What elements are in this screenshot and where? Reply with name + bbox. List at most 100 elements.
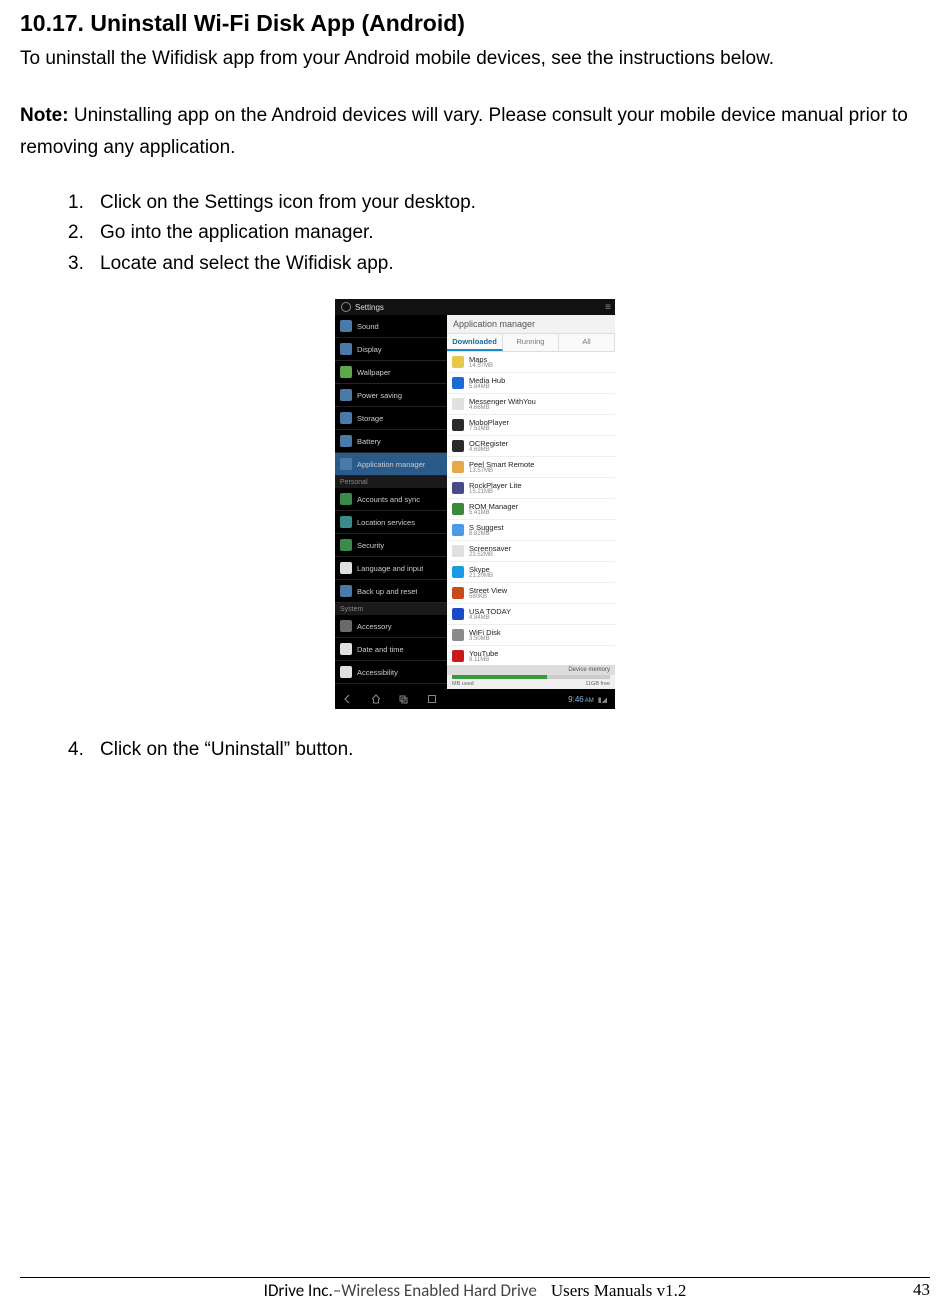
app-list: Maps14.57MB Media Hub5.84MB Messenger With… <box>447 352 615 665</box>
app-row[interactable]: S Suggest8.82MB <box>447 520 615 541</box>
app-size: 5.84MB <box>469 384 505 390</box>
sidebar-item-label: Back up and reset <box>357 587 417 596</box>
sidebar-item-label: Accessory <box>357 622 392 631</box>
sidebar-item-icon <box>340 343 352 355</box>
app-size: 580KB <box>469 594 507 600</box>
app-name: S Suggest <box>469 524 504 532</box>
android-tablet-frame: Settings ≡ Sound Display Wallpaper Power sa… <box>335 299 615 709</box>
wifi-icon: ▮◢ <box>598 696 607 704</box>
app-manager-tab[interactable]: Downloaded <box>447 334 503 351</box>
app-text: Media Hub5.84MB <box>469 377 505 391</box>
menu-icon: ≡ <box>605 302 609 313</box>
sidebar-item-label: Accessibility <box>357 668 398 677</box>
section-heading: 10.17. Uninstall Wi-Fi Disk App (Android… <box>20 10 930 37</box>
app-manager-tab[interactable]: All <box>559 334 615 351</box>
sidebar-item-label: Display <box>357 345 382 354</box>
sidebar-item[interactable]: Display <box>335 338 447 361</box>
app-size: 4.69MB <box>469 447 508 453</box>
app-text: ROM Manager5.41MB <box>469 503 518 517</box>
sidebar-item-icon <box>340 516 352 528</box>
app-row[interactable]: YouTube9.11MB <box>447 646 615 665</box>
sidebar-item-icon <box>340 562 352 574</box>
app-icon <box>452 503 464 515</box>
home-icon <box>371 694 381 704</box>
sidebar-item[interactable]: Accessibility <box>335 661 447 684</box>
app-row[interactable]: Skype21.20MB <box>447 562 615 583</box>
app-icon <box>452 629 464 641</box>
sidebar-item[interactable]: Sound <box>335 315 447 338</box>
sidebar-item[interactable]: Accessory <box>335 615 447 638</box>
list-text: Click on the Settings icon from your des… <box>100 188 476 218</box>
footer-company: IDrive Inc. <box>264 1280 333 1301</box>
sidebar-item-label: Storage <box>357 414 383 423</box>
sidebar-item-label: Wallpaper <box>357 368 391 377</box>
app-text: Peel Smart Remote13.57MB <box>469 461 534 475</box>
app-manager-tab[interactable]: Running <box>503 334 559 351</box>
app-icon <box>452 566 464 578</box>
app-text: MoboPlayer7.51MB <box>469 419 509 433</box>
app-size: 14.57MB <box>469 363 493 369</box>
app-name: WiFi Disk <box>469 629 501 637</box>
list-item: 4.Click on the “Uninstall” button. <box>68 735 930 765</box>
sidebar-item-icon <box>340 458 352 470</box>
app-row[interactable]: Street View580KB <box>447 583 615 604</box>
app-size: 5.41MB <box>469 510 518 516</box>
memory-label: Device memory <box>447 665 615 675</box>
sidebar-item[interactable]: Power saving <box>335 384 447 407</box>
sidebar-item[interactable]: Wallpaper <box>335 361 447 384</box>
list-item: 1.Click on the Settings icon from your d… <box>68 188 930 218</box>
list-number: 3. <box>68 249 100 279</box>
app-text: YouTube9.11MB <box>469 650 498 664</box>
app-row[interactable]: USA TODAY4.84MB <box>447 604 615 625</box>
sidebar-item-icon <box>340 620 352 632</box>
app-text: Screensaver23.52MB <box>469 545 511 559</box>
app-row[interactable]: Maps14.57MB <box>447 352 615 373</box>
app-name: Screensaver <box>469 545 511 553</box>
app-row[interactable]: Messenger WithYou4.66MB <box>447 394 615 415</box>
sidebar-item-icon <box>340 539 352 551</box>
app-manager-tabs: DownloadedRunningAll <box>447 334 615 352</box>
clock: 9:46AM ▮◢ <box>568 695 607 704</box>
list-text: Locate and select the Wifidisk app. <box>100 249 394 279</box>
app-name: YouTube <box>469 650 498 658</box>
sidebar-item[interactable]: Date and time <box>335 638 447 661</box>
app-size: 4.66MB <box>469 405 536 411</box>
page-number: 43 <box>913 1280 930 1300</box>
sidebar-item[interactable]: Location services <box>335 511 447 534</box>
app-text: Messenger WithYou4.66MB <box>469 398 536 412</box>
list-text: Click on the “Uninstall” button. <box>100 735 353 765</box>
sidebar-item[interactable]: Application manager <box>335 453 447 476</box>
sidebar-item[interactable]: Language and input <box>335 557 447 580</box>
app-icon <box>452 545 464 557</box>
sidebar-item-label: Power saving <box>357 391 402 400</box>
app-row[interactable]: MoboPlayer7.51MB <box>447 415 615 436</box>
app-row[interactable]: Peel Smart Remote13.57MB <box>447 457 615 478</box>
status-bar: Settings ≡ <box>335 299 615 315</box>
app-row[interactable]: Screensaver23.52MB <box>447 541 615 562</box>
sidebar-item[interactable]: Accounts and sync <box>335 488 447 511</box>
app-row[interactable]: OCRegister4.69MB <box>447 436 615 457</box>
memory-values: MB used 11GB free <box>447 681 615 689</box>
app-name: Skype <box>469 566 493 574</box>
sidebar-item[interactable]: Developer options <box>335 684 447 689</box>
sidebar-item[interactable]: Storage <box>335 407 447 430</box>
sidebar-section-header: System <box>335 603 447 615</box>
back-icon <box>343 694 353 704</box>
memory-bar <box>452 675 610 679</box>
app-row[interactable]: Media Hub5.84MB <box>447 373 615 394</box>
capture-icon <box>427 694 437 704</box>
app-row[interactable]: ROM Manager5.41MB <box>447 499 615 520</box>
sidebar-item-label: Application manager <box>357 460 425 469</box>
sidebar-item[interactable]: Back up and reset <box>335 580 447 603</box>
sidebar-section-header: Personal <box>335 476 447 488</box>
sidebar-item[interactable]: Battery <box>335 430 447 453</box>
list-item: 2.Go into the application manager. <box>68 218 930 248</box>
app-name: Peel Smart Remote <box>469 461 534 469</box>
sidebar-item-icon <box>340 412 352 424</box>
sidebar-item[interactable]: Security <box>335 534 447 557</box>
app-name: MoboPlayer <box>469 419 509 427</box>
app-row[interactable]: RockPlayer Lite15.21MB <box>447 478 615 499</box>
intro-paragraph: To uninstall the Wifidisk app from your … <box>20 45 930 74</box>
app-row[interactable]: WiFi Disk3.50MB <box>447 625 615 646</box>
ordered-list-a: 1.Click on the Settings icon from your d… <box>68 188 930 279</box>
